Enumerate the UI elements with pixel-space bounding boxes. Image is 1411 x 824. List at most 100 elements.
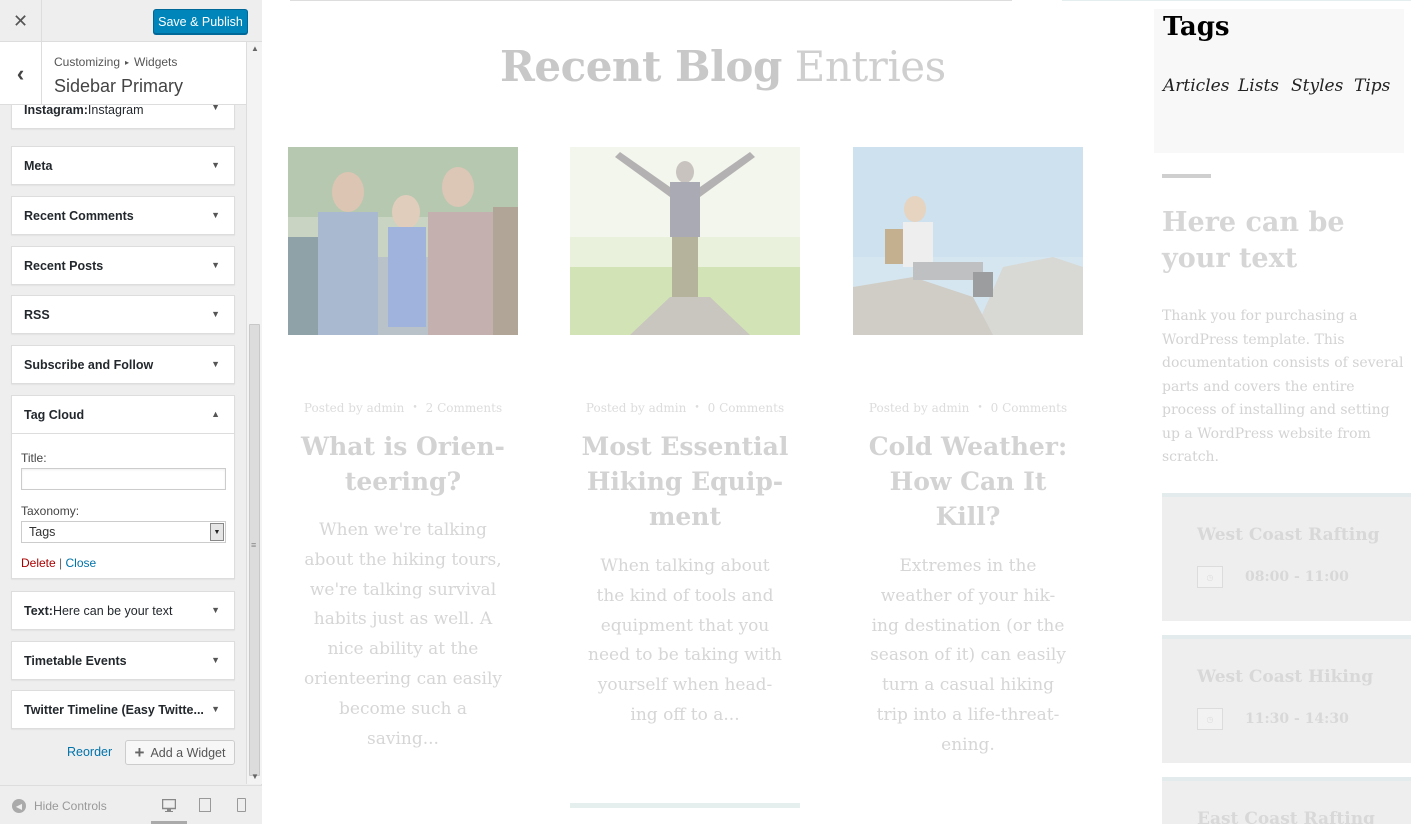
widget-actions: Delete | Close <box>21 556 96 570</box>
widget-timetable-events[interactable]: Timetable Events ▼ <box>11 641 235 680</box>
widget-title: Timetable Events <box>24 653 127 668</box>
widget-list: Instagram: Instagram ▼ Meta ▼ Recent Comme… <box>0 105 246 785</box>
widget-text[interactable]: Text: Here can be your text ▼ <box>11 591 235 630</box>
event-title[interactable]: West Coast Hiking <box>1197 667 1373 687</box>
caret-up-icon[interactable]: ▲ <box>211 409 220 419</box>
taxonomy-select[interactable]: Tags ▼ <box>21 521 226 543</box>
heading-bold: Recent Blog <box>500 42 782 91</box>
title-input[interactable] <box>21 468 226 490</box>
grip-icon: ≡ <box>251 540 257 550</box>
widget-recent-comments[interactable]: Recent Comments ▼ <box>11 196 235 235</box>
customizer-header: ✕ Save & Publish <box>0 0 262 42</box>
add-widget-label: Add a Widget <box>150 745 226 760</box>
post-image[interactable] <box>288 147 518 335</box>
widget-subtitle: Instagram <box>87 105 144 117</box>
card-accent-strip <box>570 803 800 808</box>
blog-card[interactable]: Posted by admin • 2 Comments What is Orien… <box>288 147 518 749</box>
comments-link[interactable]: 0 Comments <box>991 401 1067 415</box>
event-title[interactable]: West Coast Rafting <box>1197 525 1380 545</box>
taxonomy-selected-value: Tags <box>29 525 56 539</box>
comments-link[interactable]: 2 Comments <box>426 401 502 415</box>
site-preview[interactable]: Recent Blog Entries Posted by admin • 2 Co… <box>262 0 1411 824</box>
meta-dot: • <box>694 403 700 413</box>
widget-recent-posts[interactable]: Recent Posts ▼ <box>11 246 235 285</box>
clock-icon: ◷ <box>1197 566 1223 588</box>
caret-down-icon[interactable]: ▼ <box>211 260 220 270</box>
hide-controls-button[interactable]: ◀ Hide Controls <box>12 799 107 813</box>
heading-light: Entries <box>781 42 947 91</box>
close-icon: ✕ <box>12 10 29 31</box>
chevron-left-icon: ‹ <box>16 60 25 86</box>
widget-title: RSS <box>24 307 50 322</box>
taxonomy-label: Taxonomy: <box>21 504 80 518</box>
text-widget-body: Thank you for purchasing a WordPress tem… <box>1162 308 1404 465</box>
caret-down-icon[interactable]: ▼ <box>211 704 220 714</box>
add-widget-button[interactable]: + Add a Widget <box>125 740 235 765</box>
back-button[interactable]: ‹ <box>0 42 42 105</box>
clock-icon: ◷ <box>1197 708 1223 730</box>
scroll-up-icon[interactable]: ▲ <box>251 44 259 53</box>
timetable-event[interactable]: East Coast Rafting <box>1162 777 1411 824</box>
post-excerpt: When talking about the kind of tools and… <box>588 556 782 725</box>
breadcrumb-separator-icon: ▸ <box>125 58 130 67</box>
caret-down-icon[interactable]: ▼ <box>211 605 220 615</box>
section-header: ‹ Customizing ▸ Widgets Sidebar Primary <box>0 42 246 105</box>
scroll-down-icon[interactable]: ▼ <box>251 772 259 781</box>
customizer-footer: ◀ Hide Controls <box>0 785 262 824</box>
customizer-scrollbar[interactable]: ▲ ≡ ▼ <box>246 42 262 784</box>
event-time: 08:00 - 11:00 <box>1245 569 1349 585</box>
mobile-preview-icon[interactable] <box>237 798 246 812</box>
author-link[interactable]: admin <box>932 401 970 415</box>
caret-down-icon[interactable]: ▼ <box>211 309 220 319</box>
author-link[interactable]: admin <box>649 401 687 415</box>
caret-down-icon[interactable]: ▼ <box>211 105 220 112</box>
blog-card[interactable]: Posted by admin • 0 Comments Cold Weather:… <box>853 147 1083 755</box>
tag-link[interactable]: Lists <box>1238 76 1279 96</box>
delete-link[interactable]: Delete <box>21 556 56 570</box>
link-separator: | <box>55 556 66 570</box>
caret-down-icon[interactable]: ▼ <box>211 655 220 665</box>
collapse-icon: ◀ <box>12 799 26 813</box>
post-meta: Posted by admin • 0 Comments <box>853 401 1083 415</box>
widget-title: Twitter Timeline (Easy Twitte... <box>24 702 204 717</box>
desktop-preview-icon[interactable] <box>162 798 176 812</box>
post-title[interactable]: Cold Weather: How Can It Kill? <box>863 429 1073 534</box>
timetable-event[interactable]: West Coast Rafting ◷ 08:00 - 11:00 <box>1162 493 1411 621</box>
caret-down-icon[interactable]: ▼ <box>211 160 220 170</box>
text-widget-title: Here can be your text <box>1162 207 1345 274</box>
customizer-panel: ✕ Save & Publish ‹ Customizing ▸ Widgets S… <box>0 0 262 824</box>
post-title[interactable]: Most Essential Hiking Equip-ment <box>580 429 790 534</box>
dropdown-arrow-icon[interactable]: ▼ <box>210 523 224 541</box>
close-link[interactable]: Close <box>65 556 96 570</box>
scrollbar-thumb[interactable]: ≡ <box>249 324 260 776</box>
close-customizer-button[interactable]: ✕ <box>0 0 42 42</box>
timetable-event[interactable]: West Coast Hiking ◷ 11:30 - 14:30 <box>1162 635 1411 763</box>
author-link[interactable]: admin <box>367 401 405 415</box>
tag-link[interactable]: Styles <box>1291 76 1343 96</box>
post-meta: Posted by admin • 0 Comments <box>570 401 800 415</box>
caret-down-icon[interactable]: ▼ <box>211 210 220 220</box>
reorder-link[interactable]: Reorder <box>67 745 112 759</box>
post-image[interactable] <box>570 147 800 335</box>
widget-meta[interactable]: Meta ▼ <box>11 146 235 185</box>
tag-link[interactable]: Tips <box>1354 76 1390 96</box>
blog-card[interactable]: Posted by admin • 0 Comments Most Essentia… <box>570 147 800 725</box>
meta-dot: • <box>412 403 418 413</box>
post-title[interactable]: What is Orien-teering? <box>298 429 508 499</box>
comments-link[interactable]: 0 Comments <box>708 401 784 415</box>
widget-twitter-timeline[interactable]: Twitter Timeline (Easy Twitte... ▼ <box>11 690 235 729</box>
save-publish-button[interactable]: Save & Publish <box>153 9 248 34</box>
widget-title: Meta <box>24 158 53 173</box>
breadcrumb-root: Customizing <box>54 55 121 69</box>
hide-controls-label: Hide Controls <box>34 799 107 813</box>
event-title[interactable]: East Coast Rafting <box>1197 809 1375 824</box>
tablet-preview-icon[interactable] <box>199 798 211 812</box>
tag-link[interactable]: Articles <box>1163 76 1229 96</box>
post-image[interactable] <box>853 147 1083 335</box>
widget-subscribe-follow[interactable]: Subscribe and Follow ▼ <box>11 345 235 384</box>
widget-tag-cloud[interactable]: Tag Cloud ▲ Title: Taxonomy: Tags ▼ Delet… <box>11 395 235 579</box>
caret-down-icon[interactable]: ▼ <box>211 359 220 369</box>
meta-dot: • <box>977 403 983 413</box>
widget-instagram[interactable]: Instagram: Instagram ▼ <box>11 105 235 129</box>
widget-rss[interactable]: RSS ▼ <box>11 295 235 334</box>
